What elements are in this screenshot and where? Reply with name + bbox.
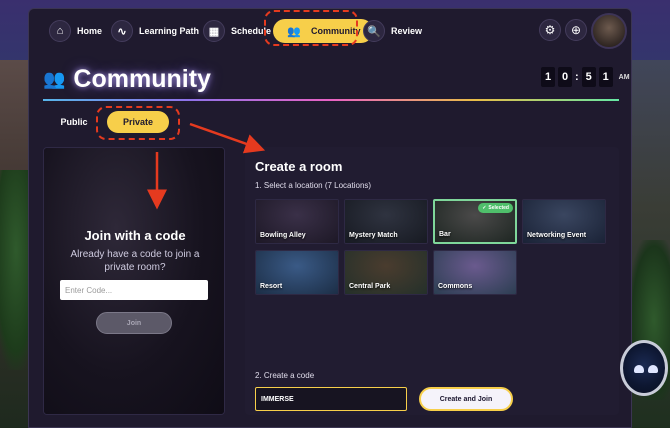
location-step-label: 1. Select a location (7 Locations) xyxy=(255,181,372,190)
clock-digit: 5 xyxy=(581,67,596,87)
path-icon: ∿ xyxy=(111,20,133,42)
clock-ampm: AM xyxy=(618,73,630,81)
private-highlight-box xyxy=(96,106,180,140)
nav-label: Home xyxy=(77,26,103,36)
location-label: Central Park xyxy=(349,283,391,290)
help-button[interactable]: ⊕ xyxy=(565,19,587,41)
selected-badge-label: Selected xyxy=(488,205,509,211)
selected-badge: ✓ Selected xyxy=(478,203,513,213)
header-divider xyxy=(43,99,619,101)
code-step-label: 2. Create a code xyxy=(255,371,315,380)
location-tile-networking-event[interactable]: Networking Event xyxy=(522,199,606,244)
robot-eye xyxy=(634,365,644,373)
location-label: Resort xyxy=(260,283,283,290)
location-tile-commons[interactable]: Commons xyxy=(433,250,517,295)
nav-learning-path[interactable]: ∿ Learning Path xyxy=(111,19,199,43)
clock-digit: 1 xyxy=(541,67,555,87)
location-tile-mystery-match[interactable]: Mystery Match xyxy=(344,199,428,244)
clock-digit: 1 xyxy=(598,67,613,87)
create-and-join-button[interactable]: Create and Join xyxy=(419,387,513,411)
create-room-title: Create a room xyxy=(255,159,343,174)
room-code-input[interactable] xyxy=(255,387,407,411)
robot-eye xyxy=(648,365,658,373)
nav-label: Learning Path xyxy=(139,26,200,36)
lifebuoy-icon: ⊕ xyxy=(570,23,582,37)
join-button[interactable]: Join xyxy=(96,312,172,334)
join-code-input[interactable] xyxy=(60,280,208,300)
location-label: Networking Event xyxy=(527,232,587,239)
community-highlight-box xyxy=(264,10,358,46)
join-card: Join with a code Already have a code to … xyxy=(43,147,225,415)
page-title: Community xyxy=(73,64,211,93)
location-tile-central-park[interactable]: Central Park xyxy=(344,250,428,295)
create-room-section: Create a room 1. Select a location (7 Lo… xyxy=(245,147,619,415)
location-label: Bar xyxy=(439,231,451,238)
join-description: Already have a code to join a private ro… xyxy=(70,249,200,273)
community-panel: ⌂ Home ∿ Learning Path ▦ Schedule 👥 Comm… xyxy=(28,8,632,428)
location-label: Bowling Alley xyxy=(260,232,306,239)
calendar-icon: ▦ xyxy=(203,20,225,42)
nav-review[interactable]: 🔍 Review xyxy=(363,19,422,43)
clock-colon: : xyxy=(575,71,579,83)
clock-digit: 0 xyxy=(558,67,572,87)
assistant-robot[interactable] xyxy=(620,340,668,396)
location-tile-resort[interactable]: Resort xyxy=(255,250,339,295)
location-tile-bar[interactable]: ✓ Selected Bar xyxy=(433,199,517,244)
location-label: Commons xyxy=(438,283,473,290)
nav-schedule[interactable]: ▦ Schedule xyxy=(203,19,271,43)
avatar[interactable] xyxy=(591,13,627,49)
page-header: 👥 Community xyxy=(43,61,211,97)
people-icon: 👥 xyxy=(43,68,66,89)
gear-icon: ⚙ xyxy=(544,23,556,37)
settings-button[interactable]: ⚙ xyxy=(539,19,561,41)
nav-label: Review xyxy=(391,26,423,36)
search-icon: 🔍 xyxy=(363,20,385,42)
clock: 1 0 : 5 1 AM xyxy=(541,67,630,87)
check-icon: ✓ xyxy=(482,205,487,211)
nav-home[interactable]: ⌂ Home xyxy=(49,19,102,43)
location-tile-bowling-alley[interactable]: Bowling Alley xyxy=(255,199,339,244)
location-label: Mystery Match xyxy=(349,232,398,239)
home-icon: ⌂ xyxy=(49,20,71,42)
tab-public[interactable]: Public xyxy=(49,111,99,133)
join-title: Join with a code xyxy=(84,228,186,243)
